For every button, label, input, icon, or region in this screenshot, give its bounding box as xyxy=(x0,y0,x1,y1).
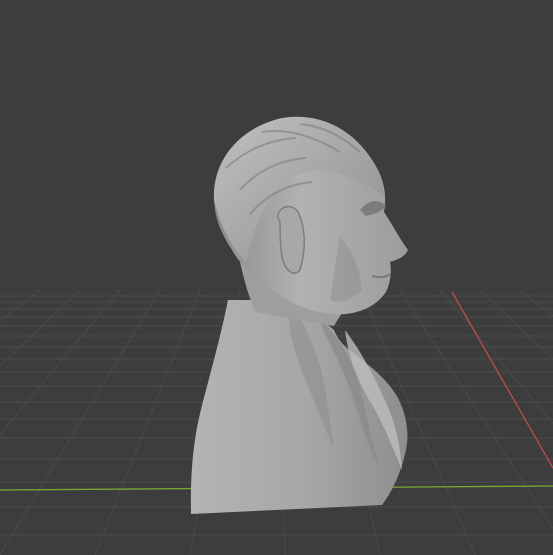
bust-model[interactable] xyxy=(190,116,408,514)
viewport-canvas[interactable] xyxy=(0,0,553,555)
3d-viewport[interactable] xyxy=(0,0,553,555)
x-axis-line xyxy=(451,291,553,469)
